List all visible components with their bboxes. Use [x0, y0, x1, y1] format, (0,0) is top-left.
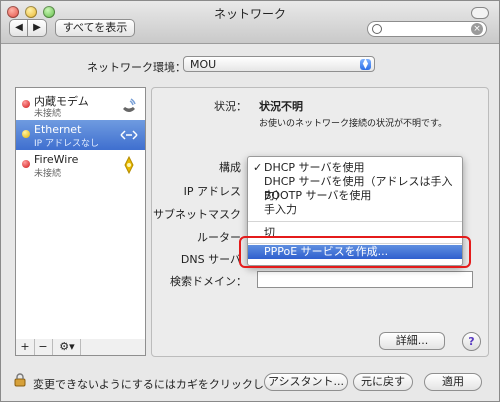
service-item-modem[interactable]: 内蔵モデム 未接続: [16, 90, 145, 120]
dns-server-label: DNS サーバ: [180, 253, 241, 266]
config-label: 構成: [219, 161, 241, 174]
service-status: IP アドレスなし: [34, 139, 99, 149]
status-description: お使いのネットワーク接続の状況が不明です。: [259, 119, 448, 129]
select-arrows-icon: ▲ ▼: [360, 58, 371, 70]
network-environment-label: ネットワーク環境：: [87, 61, 186, 74]
title-bar: ネットワーク ◀ ▶ すべてを表示 ×: [1, 1, 499, 44]
menu-item-manual[interactable]: 手入力: [248, 203, 462, 217]
network-environment-select[interactable]: MOU ▲ ▼: [183, 56, 375, 72]
service-name: FireWire: [34, 153, 79, 166]
service-name: Ethernet: [34, 123, 82, 136]
clear-search-icon[interactable]: ×: [471, 23, 483, 35]
assistant-button[interactable]: アシスタント...: [264, 373, 348, 391]
show-all-button[interactable]: すべてを表示: [55, 19, 135, 37]
toolbar-toggle-button[interactable]: [471, 7, 489, 19]
search-icon: [372, 24, 382, 34]
remove-service-button[interactable]: −: [34, 339, 53, 355]
lock-icon[interactable]: [13, 373, 27, 387]
service-status: 未接続: [34, 109, 62, 119]
lock-instruction-text: 変更できないようにするにはカギをクリックします。: [33, 378, 296, 391]
menu-item-dhcp[interactable]: ✓ DHCP サーバを使用: [248, 161, 462, 175]
status-dot-yellow: [22, 130, 30, 138]
status-dot-red: [22, 160, 30, 168]
back-button[interactable]: ◀: [9, 19, 29, 37]
network-environment-value: MOU: [190, 58, 217, 71]
highlight-annotation-box: [239, 236, 471, 268]
menu-separator: [248, 221, 462, 222]
subnet-mask-label: サブネットマスク: [153, 208, 241, 221]
status-value: 状況不明: [259, 100, 303, 113]
menu-item-dhcp-manual[interactable]: DHCP サーバを使用（アドレスは手入力）: [248, 175, 462, 202]
service-status: 未接続: [34, 169, 62, 179]
apply-button[interactable]: 適用: [424, 373, 482, 391]
ip-address-label: IP アドレス: [183, 185, 241, 198]
service-list-toolbar: + − ⚙▾: [15, 339, 146, 356]
search-domain-label: 検索ドメイン：: [170, 275, 247, 288]
service-item-ethernet[interactable]: Ethernet IP アドレスなし: [16, 120, 145, 150]
ethernet-icon: [120, 130, 138, 140]
service-actions-button[interactable]: ⚙▾: [54, 339, 81, 355]
check-icon: ✓: [253, 161, 263, 174]
forward-button[interactable]: ▶: [27, 19, 47, 37]
status-dot-red: [22, 100, 30, 108]
status-label: 状況：: [214, 100, 247, 113]
add-service-button[interactable]: +: [16, 339, 35, 355]
menu-item-bootp[interactable]: BOOTP サーバを使用: [248, 189, 462, 203]
network-preferences-window: ネットワーク ◀ ▶ すべてを表示 × ネットワーク環境： MOU ▲ ▼ 内蔵モ…: [0, 0, 500, 402]
revert-button[interactable]: 元に戻す: [353, 373, 413, 391]
search-input[interactable]: ×: [367, 21, 487, 37]
search-domain-field[interactable]: [257, 271, 473, 288]
help-button[interactable]: ?: [462, 332, 481, 351]
advanced-button[interactable]: 詳細...: [379, 332, 445, 350]
router-label: ルーター: [197, 231, 241, 244]
